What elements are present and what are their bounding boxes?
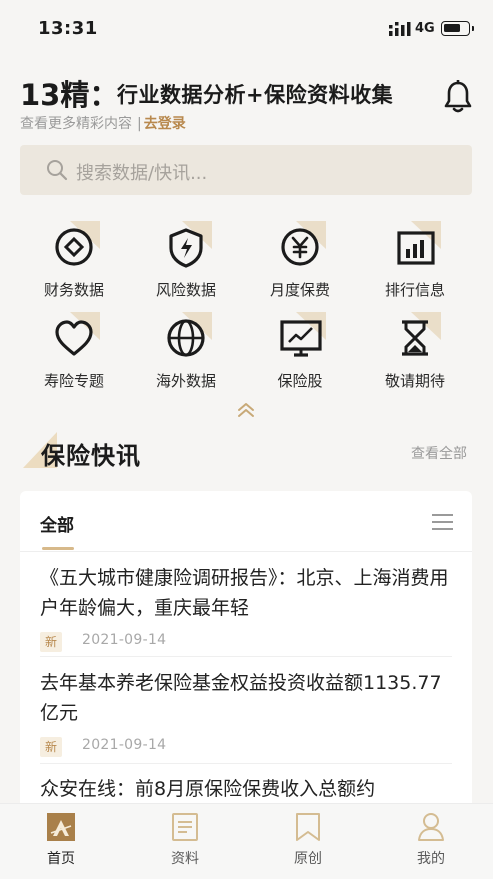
divider: [40, 763, 452, 764]
stock-monitor-icon: [280, 312, 326, 362]
grid-label: 敬请期待: [384, 372, 445, 390]
brand-title: 13精：: [20, 78, 119, 112]
battery-icon: [441, 21, 474, 36]
news-card: 全部 《五大城市健康险调研报告》：北京、上海消费用户年龄偏大，重庆最年轻 新 2…: [20, 491, 472, 821]
grid-label: 保险股: [277, 372, 323, 390]
news-item[interactable]: 《五大城市健康险调研报告》：北京、上海消费用户年龄偏大，重庆最年轻 新 2021…: [40, 563, 452, 652]
network-type: 4G: [415, 21, 435, 36]
home-logo-icon: [47, 813, 75, 841]
shield-bolt-icon: [166, 221, 212, 271]
news-item[interactable]: 众安在线：前8月原保险保费收入总额约: [40, 774, 452, 804]
diamond-coin-icon: [54, 221, 100, 271]
nav-label: 首页: [47, 851, 75, 867]
signal-icon: [389, 22, 411, 36]
section-title: 保险快讯: [41, 442, 141, 470]
nav-home[interactable]: 首页: [21, 804, 101, 879]
tab-active-indicator: [42, 547, 74, 550]
subtitle-separator: |: [137, 116, 142, 132]
globe-icon: [166, 312, 212, 362]
nav-profile[interactable]: 我的: [391, 804, 471, 879]
news-date: 2021-09-14: [82, 737, 167, 753]
nav-materials[interactable]: 资料: [145, 804, 225, 879]
nav-label: 我的: [417, 851, 445, 867]
status-bar: 13:31 4G: [0, 0, 493, 60]
login-link[interactable]: 去登录: [144, 116, 186, 132]
bookmark-icon: [296, 813, 320, 841]
bar-chart-icon: [395, 221, 441, 271]
heart-icon: [54, 312, 100, 362]
news-title: 《五大城市健康险调研报告》：北京、上海消费用户年龄偏大，重庆最年轻: [40, 567, 449, 619]
news-date: 2021-09-14: [82, 632, 167, 648]
new-badge: 新: [40, 632, 63, 652]
search-bar[interactable]: 搜索数据/快讯...: [20, 145, 472, 195]
search-input[interactable]: 搜索数据/快讯...: [76, 159, 207, 185]
grid-label: 寿险专题: [43, 372, 104, 390]
status-time: 13:31: [38, 18, 98, 39]
tab-all[interactable]: 全部: [40, 511, 74, 536]
hourglass-icon: [395, 312, 441, 362]
grid-label: 海外数据: [155, 372, 216, 390]
divider: [20, 551, 472, 552]
menu-icon[interactable]: [432, 513, 453, 531]
grid-label: 月度保费: [269, 281, 330, 299]
notification-bell-icon[interactable]: [443, 80, 473, 114]
new-badge: 新: [40, 737, 63, 757]
view-all-link[interactable]: 查看全部: [411, 443, 467, 463]
bottom-nav: 首页 资料 原创 我的: [0, 803, 493, 879]
nav-label: 资料: [171, 851, 199, 867]
grid-item-monthly-premium[interactable]: 月度保费: [255, 221, 345, 307]
news-meta: 新 2021-09-14: [40, 631, 452, 652]
grid-item-coming-soon[interactable]: 敬请期待: [370, 312, 460, 398]
subtitle-text: 查看更多精彩内容: [20, 116, 132, 132]
search-icon: [47, 160, 68, 181]
news-meta: 新 2021-09-14: [40, 736, 452, 757]
headline: 行业数据分析+保险资料收集: [117, 83, 394, 107]
yen-coin-icon: [280, 221, 326, 271]
grid-label: 风险数据: [155, 281, 216, 299]
grid-item-insurance-stocks[interactable]: 保险股: [255, 312, 345, 398]
nav-label: 原创: [294, 851, 322, 867]
news-item[interactable]: 去年基本养老保险基金权益投资收益额1135.77亿元 新 2021-09-14: [40, 668, 452, 757]
grid-item-risk-data[interactable]: 风险数据: [141, 221, 231, 307]
grid-label: 财务数据: [43, 281, 104, 299]
news-title: 去年基本养老保险基金权益投资收益额1135.77亿元: [40, 672, 442, 724]
user-icon: [418, 813, 444, 841]
subtitle-row: 查看更多精彩内容 | 去登录: [20, 113, 186, 133]
nav-original[interactable]: 原创: [268, 804, 348, 879]
grid-item-financial-data[interactable]: 财务数据: [29, 221, 119, 307]
grid-item-life-insurance[interactable]: 寿险专题: [29, 312, 119, 398]
news-title: 众安在线：前8月原保险保费收入总额约: [40, 778, 376, 800]
grid-item-ranking-info[interactable]: 排行信息: [370, 221, 460, 307]
grid-label: 排行信息: [384, 281, 445, 299]
divider: [40, 656, 452, 657]
chevron-up-double-icon[interactable]: [236, 402, 256, 418]
document-icon: [172, 813, 198, 841]
grid-item-overseas-data[interactable]: 海外数据: [141, 312, 231, 398]
